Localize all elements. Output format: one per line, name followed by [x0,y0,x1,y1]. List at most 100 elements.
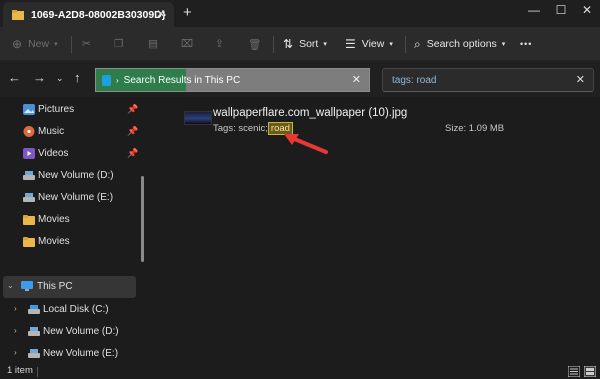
drive-icon [23,170,35,181]
new-button[interactable]: ⊕ New ▾ [12,27,58,61]
sidebar-item-label: New Volume (E:) [43,348,119,359]
file-name: wallpaperflare.com_wallpaper (10).jpg [213,107,408,119]
music-icon [23,126,35,137]
chevron-right-icon[interactable]: › [14,304,17,313]
tags-prefix: Tags: scenic; [213,123,268,134]
sidebar-item-label: Music [38,126,65,137]
pin-icon: 📌 [127,148,139,158]
sidebar-item-label: New Volume (D:) [43,326,119,337]
chevron-down-icon: ▾ [389,41,393,48]
drive-icon [23,192,35,203]
rename-icon[interactable]: ⌧ [181,27,193,61]
sidebar-item-volume-e[interactable]: › New Volume (E:) [0,343,143,365]
paste-icon[interactable]: ▤ [148,27,158,61]
navigation-pane: Pictures 📌 Music 📌 Videos 📌 New Volume (… [0,97,143,365]
details-view-icon[interactable] [567,365,581,378]
sidebar-item-label: Local Disk (C:) [43,304,109,315]
chevron-down-icon: ⌄ [7,281,14,290]
divider [71,36,72,53]
pictures-icon [23,104,35,115]
cut-icon[interactable]: ✂ [82,27,91,61]
address-clear-icon[interactable]: ✕ [352,73,361,86]
divider [37,367,38,377]
address-path: Search Results in This PC [123,74,241,86]
title-bar: 1069-A2D8-08002B30309D} ✕ + — ☐ ✕ [0,0,600,27]
sort-icon: ⇅ [283,37,294,51]
sidebar-item-volume-d[interactable]: › New Volume (D:) [0,321,143,343]
drive-icon [28,348,40,359]
navigation-row: ← → ⌄ ↑ › Search Results in This PC ✕ ta… [0,61,600,97]
chevron-down-icon: ▾ [501,41,506,48]
tiles-view-icon[interactable] [583,365,597,378]
sidebar-item-new-volume-d[interactable]: New Volume (D:) [0,165,143,187]
computer-icon [21,281,33,292]
share-icon[interactable]: ⇪ [215,27,224,61]
minimize-button[interactable]: — [524,3,544,21]
file-size: Size: 1.09 MB [445,123,505,134]
sidebar-item-label: New Volume (E:) [38,192,114,203]
folder-tab-icon [12,9,24,20]
tab-search-results[interactable]: 1069-A2D8-08002B30309D} ✕ [3,2,174,27]
delete-icon[interactable]: 🗑 [248,27,261,61]
divider [273,36,274,53]
sidebar-item-label: Videos [38,148,69,159]
chevron-down-icon: ▾ [54,41,58,48]
forward-icon[interactable]: → [33,70,46,85]
chevron-right-icon[interactable]: › [14,326,17,335]
command-bar: ⊕ New ▾ ✂ ❐ ▤ ⌧ ⇪ 🗑 ⇅ Sort ▾ ☰ View ▾ ⌕ … [0,27,600,61]
address-bar[interactable]: › Search Results in This PC ✕ [95,68,370,92]
maximize-button[interactable]: ☐ [551,3,571,21]
sidebar-item-local-disk-c[interactable]: › Local Disk (C:) [0,299,143,321]
tab-title: 1069-A2D8-08002B30309D} [31,8,166,21]
sidebar-item-label: Pictures [38,104,75,115]
search-icon: ⌕ [414,36,421,51]
view-button[interactable]: ☰ View ▾ [345,27,393,61]
tab-close-icon[interactable]: ✕ [156,7,166,21]
sidebar-item-label: Movies [38,214,70,225]
search-options-button[interactable]: ⌕ Search options ▾ [414,27,505,61]
folder-icon [23,236,35,247]
search-box[interactable]: tags: road ✕ [382,68,594,92]
pin-icon: 📌 [127,126,139,136]
chevron-right-icon[interactable]: › [14,348,17,357]
folder-icon [23,214,35,225]
new-label: New [28,38,50,50]
pin-icon: 📌 [127,104,139,114]
sidebar-item-label: This PC [37,281,73,292]
sidebar-item-new-volume-e[interactable]: New Volume (E:) [0,187,143,209]
new-plus-icon: ⊕ [12,37,23,51]
sidebar-item-label: Movies [38,236,70,247]
search-clear-icon[interactable]: ✕ [576,73,585,86]
sidebar-item-label: New Volume (D:) [38,170,114,181]
recent-locations-icon[interactable]: ⌄ [56,73,64,84]
close-window-button[interactable]: ✕ [577,3,597,21]
search-options-label: Search options [426,38,497,50]
chevron-down-icon: ▾ [323,41,327,48]
divider [405,36,406,53]
status-bar: 1 item [0,365,600,379]
drive-icon [28,326,40,337]
sort-button[interactable]: ⇅ Sort ▾ [283,27,327,61]
videos-icon [23,148,35,159]
sidebar-item-movies-2[interactable]: Movies [0,231,143,253]
sidebar-item-music[interactable]: Music 📌 [0,121,143,143]
sidebar-item-movies[interactable]: Movies [0,209,143,231]
sidebar-scrollbar[interactable] [141,176,144,262]
results-pane: wallpaperflare.com_wallpaper (10).jpg Ta… [145,97,600,365]
back-icon[interactable]: ← [8,70,21,85]
sidebar-item-videos[interactable]: Videos 📌 [0,143,143,165]
sidebar-item-pictures[interactable]: Pictures 📌 [0,99,143,121]
more-options-button[interactable]: ••• [520,27,532,61]
item-count: 1 item [7,365,33,376]
file-thumbnail [184,111,212,125]
breadcrumb-chevron-icon: › [116,75,119,85]
up-icon[interactable]: ↑ [74,70,81,85]
search-results-icon [102,74,111,86]
copy-icon[interactable]: ❐ [114,27,123,61]
view-icon: ☰ [345,37,356,51]
sidebar-item-this-pc[interactable]: ⌄ This PC [3,276,136,298]
new-tab-button[interactable]: + [183,4,192,21]
red-arrow-annotation [284,134,328,154]
search-input[interactable]: tags: road [392,75,436,86]
drive-icon [28,304,40,315]
